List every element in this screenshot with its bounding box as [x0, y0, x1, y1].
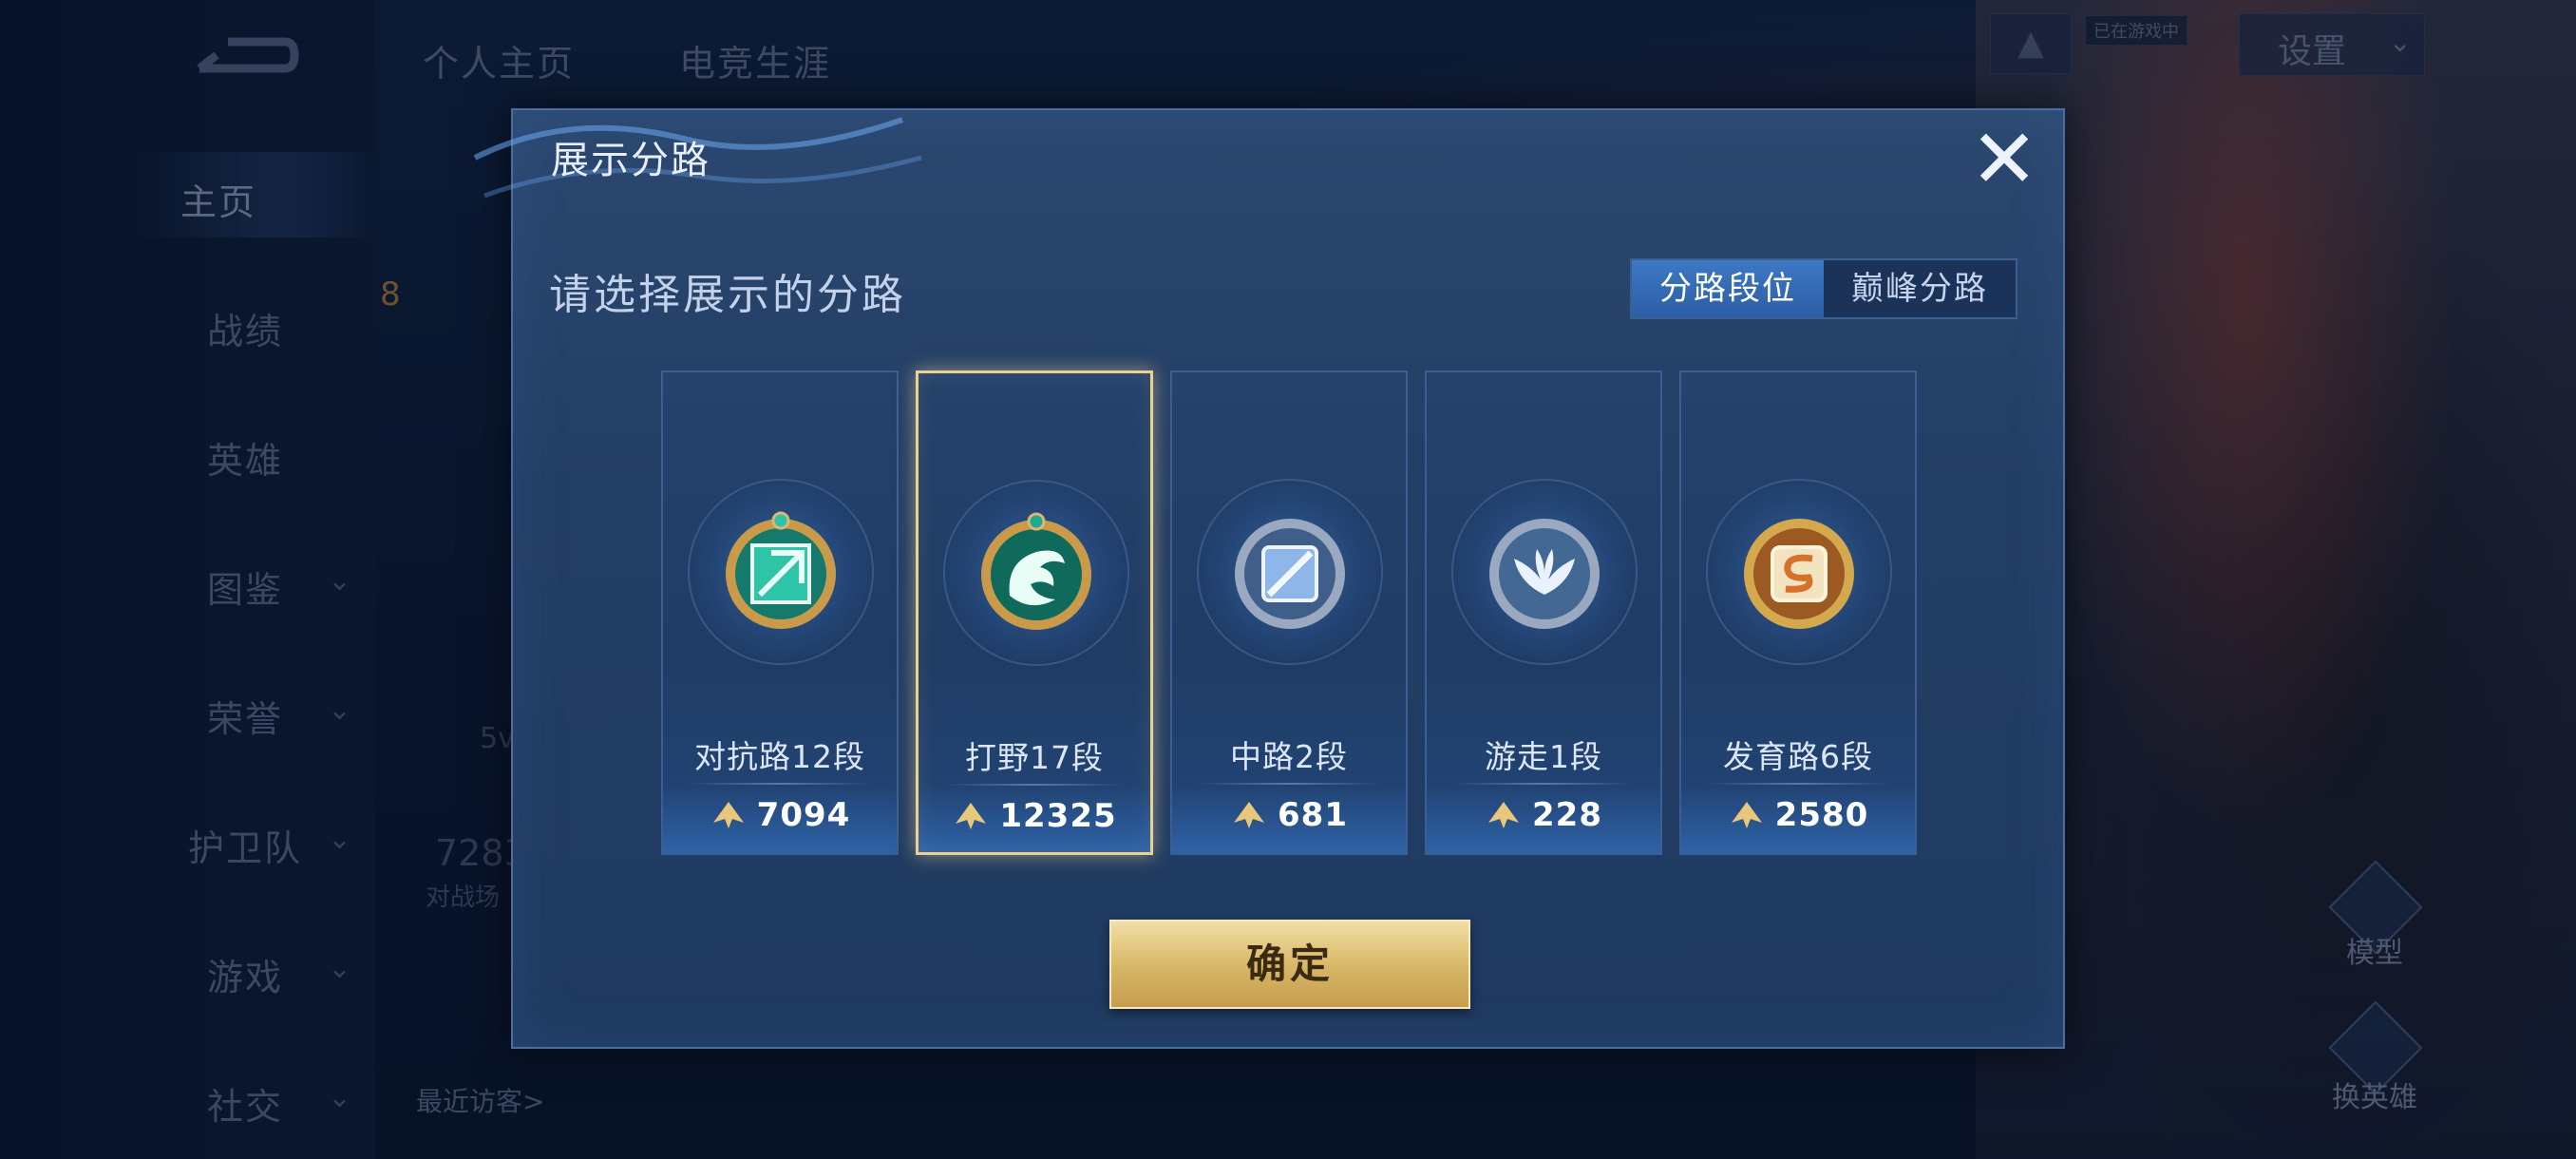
confirm-button[interactable]: 确定 [1109, 920, 1470, 1009]
lane-label: 游走1段 [1485, 738, 1602, 775]
lane-card-jungle[interactable]: 打野17段 12325 [916, 370, 1153, 855]
lane-mode-segmented-control: 分路段位 巅峰分路 [1630, 258, 2017, 319]
lane-points-icon [1488, 802, 1519, 828]
lane-card-list: 对抗路12段 7094 打野17段 12325 中路2段 681 游走1段 22… [661, 370, 1921, 855]
wings-badge-icon [1489, 519, 1600, 629]
lane-card-roam[interactable]: 游走1段 228 [1425, 370, 1662, 855]
close-icon: ✕ [1969, 112, 2039, 207]
dialog-title: 展示分路 [551, 139, 710, 182]
lane-label: 中路2段 [1230, 738, 1348, 775]
lane-points-icon [1731, 802, 1762, 828]
lane-label: 对抗路12段 [694, 738, 865, 775]
show-lane-dialog: 展示分路 ✕ 请选择展示的分路 分路段位 巅峰分路 对抗路12段 7094 打野… [473, 108, 2065, 1049]
lane-points-icon [1234, 802, 1264, 828]
lane-points-icon [712, 802, 744, 828]
lane-points: 228 [1532, 796, 1602, 834]
arrow-badge-icon [1744, 519, 1854, 629]
lane-points: 681 [1278, 796, 1348, 834]
lane-card-top[interactable]: 对抗路12段 7094 [661, 370, 899, 855]
segment-lane-rank[interactable]: 分路段位 [1632, 260, 1824, 317]
lane-card-bot[interactable]: 发育路6段 2580 [1679, 370, 1917, 855]
sword-badge-icon [726, 511, 836, 629]
dialog-subtitle: 请选择展示的分路 [549, 271, 906, 319]
lane-card-mid[interactable]: 中路2段 681 [1170, 370, 1408, 855]
segment-peak-lane[interactable]: 巅峰分路 [1824, 260, 2016, 317]
close-button[interactable]: ✕ [1966, 119, 2042, 200]
lane-label: 发育路6段 [1723, 738, 1873, 775]
lane-points: 12325 [999, 797, 1117, 835]
lane-label: 打野17段 [965, 739, 1104, 776]
midlane-badge-icon [1235, 519, 1345, 629]
lane-points: 7094 [756, 796, 851, 834]
dragon-badge-icon [981, 512, 1091, 630]
lane-points-icon [956, 803, 987, 829]
lane-points: 2580 [1774, 796, 1869, 834]
